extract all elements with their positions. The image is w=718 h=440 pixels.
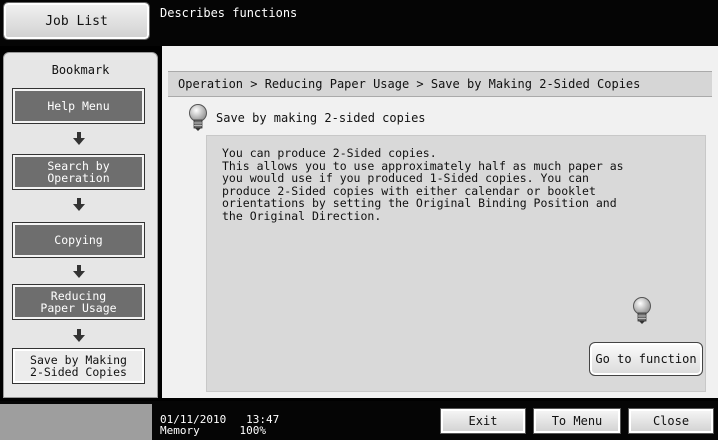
- lightbulb-icon: [632, 297, 652, 325]
- close-button[interactable]: Close: [628, 408, 714, 434]
- bookmark-title: Bookmark: [51, 63, 110, 77]
- bookmark-help-menu[interactable]: Help Menu: [12, 88, 145, 124]
- description-text: You can produce 2-Sided copies. This all…: [222, 146, 624, 223]
- bookmark-panel: Bookmark Help Menu Search by Operation C…: [3, 52, 158, 398]
- bottom-left-area: [0, 404, 152, 440]
- bookmark-reducing-paper-usage[interactable]: Reducing Paper Usage: [12, 284, 145, 320]
- breadcrumb-text: Operation > Reducing Paper Usage > Save …: [178, 77, 641, 91]
- to-menu-button[interactable]: To Menu: [533, 408, 621, 434]
- arrow-down-icon: [73, 198, 85, 212]
- arrow-down-icon: [73, 329, 85, 343]
- arrow-down-icon: [73, 132, 85, 146]
- memory-label: Memory: [160, 424, 200, 437]
- page-title: Save by making 2-sided copies: [216, 111, 426, 125]
- exit-button[interactable]: Exit: [440, 408, 526, 434]
- bookmark-save-2-sided[interactable]: Save by Making 2-Sided Copies: [12, 348, 145, 384]
- bookmark-search-by-operation[interactable]: Search by Operation: [12, 154, 145, 190]
- memory-value: 100%: [239, 424, 267, 437]
- arrow-down-icon: [73, 265, 85, 279]
- status-message: Describes functions: [160, 6, 298, 20]
- bookmark-copying[interactable]: Copying: [12, 222, 145, 258]
- lightbulb-icon: [188, 104, 208, 132]
- job-list-button[interactable]: Job List: [3, 2, 150, 40]
- go-to-function-button[interactable]: Go to function: [589, 342, 703, 376]
- breadcrumb: Operation > Reducing Paper Usage > Save …: [168, 71, 712, 97]
- status-readout: 01/11/2010 13:47 Memory 100%: [160, 414, 279, 436]
